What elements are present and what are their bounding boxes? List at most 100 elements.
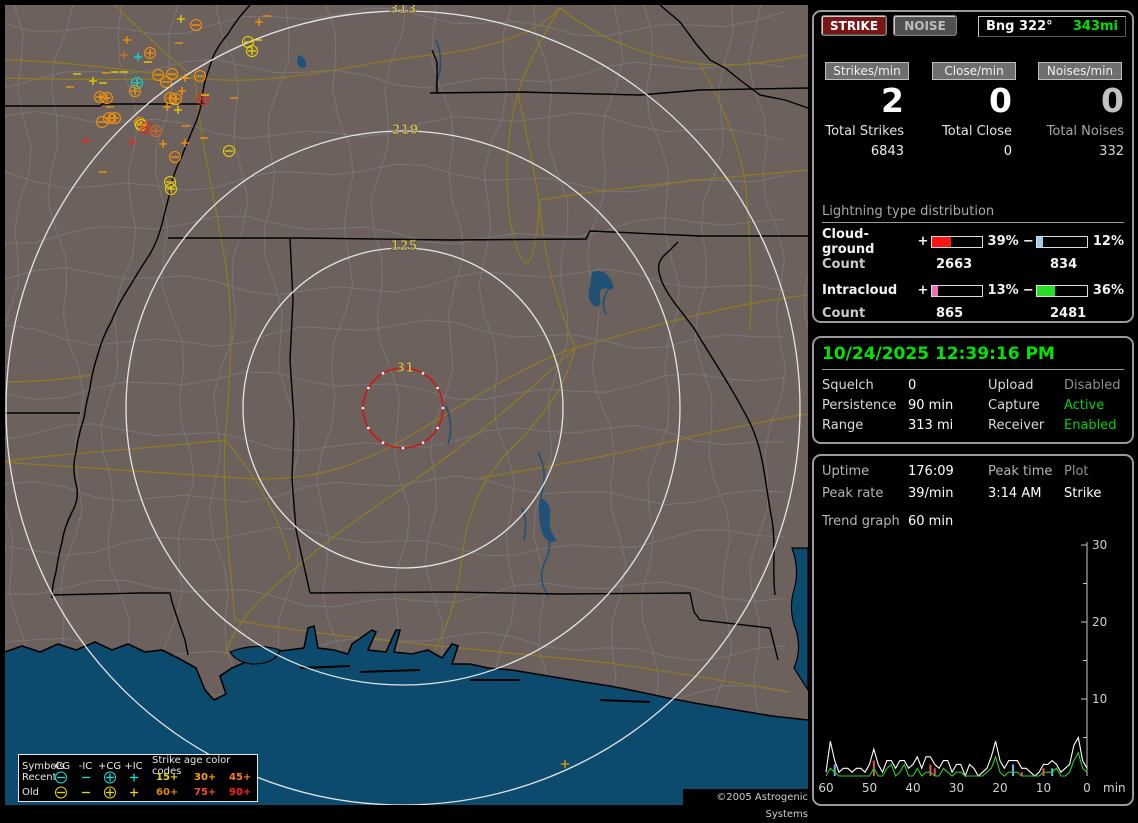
legend-row-old: Old 60+ 75+ 90+	[19, 785, 257, 800]
cg-minus-bar	[1036, 235, 1088, 248]
svg-text:30: 30	[949, 781, 964, 795]
strikes-per-min-value: 2	[881, 81, 904, 120]
count-label: Count	[822, 306, 866, 321]
trend-box: Uptime 176:09 Peak time Plot Peak rate 3…	[812, 454, 1134, 806]
svg-text:10: 10	[1092, 692, 1107, 706]
capture-status: Active	[1064, 398, 1105, 413]
cloud-ground-label: Cloud-ground	[822, 226, 875, 257]
legend-age-code: 45+	[229, 772, 252, 783]
status-row: Range 313 mi Receiver Enabled	[822, 418, 1124, 438]
svg-text:20: 20	[1092, 615, 1107, 629]
legend-col-neg-cg: -CG	[51, 760, 71, 772]
range-value: 313 mi	[908, 418, 954, 433]
svg-text:0: 0	[1083, 781, 1091, 795]
strikes-per-min-chip[interactable]: Strikes/min	[825, 62, 909, 80]
svg-text:30: 30	[1092, 538, 1107, 552]
ic-minus-pct: 36%	[1092, 283, 1125, 298]
legend-age-code: 60+	[156, 787, 179, 798]
receiver-label: Receiver	[988, 418, 1045, 433]
plot-label: Plot	[1064, 464, 1089, 479]
svg-text:50: 50	[862, 781, 877, 795]
noises-per-min-chip[interactable]: Noises/min	[1038, 62, 1122, 80]
svg-text:20: 20	[992, 781, 1007, 795]
trend-label-row: Trend graph 60 min	[822, 514, 1124, 534]
ic-plus-count: 865	[936, 306, 964, 321]
ic-plus-pct: 13%	[987, 283, 1019, 298]
app-window: { "window": { "copyright": "©2005 Astrog…	[0, 0, 1138, 820]
copyright-text: ©2005 Astrogenic Systems	[683, 789, 810, 820]
legend-m-icon	[73, 771, 98, 784]
datetime-display: 10/24/2025 12:39:16 PM	[822, 344, 1124, 370]
legend-cm-icon	[49, 771, 73, 784]
close-per-min-chip[interactable]: Close/min	[932, 62, 1016, 80]
stats-box: STRIKE NOISE Bng 322° 343mi Strikes/min …	[812, 10, 1134, 323]
total-close-value: 0	[1003, 144, 1012, 159]
distribution-title: Lightning type distribution	[822, 204, 1124, 223]
status-box: 10/24/2025 12:39:16 PM Squelch 0 Upload …	[812, 336, 1134, 444]
map-area[interactable]: 313 219 125 31 Symbols -CG -IC +CG +IC Stri…	[5, 5, 810, 820]
trend-graph: 10 20 30 60 50 40 30 20 10 0 min	[818, 538, 1125, 795]
squelch-label: Squelch	[822, 378, 874, 393]
legend-age-code: 30+	[194, 772, 217, 783]
lightning-distribution: Lightning type distribution Cloud-ground…	[822, 204, 1124, 321]
legend-age-code: 90+	[229, 787, 252, 798]
total-strikes-value: 6843	[870, 144, 904, 159]
svg-text:125: 125	[390, 239, 417, 254]
peak-rate-value: 39/min	[908, 486, 954, 501]
legend-symbols-label: Symbols	[22, 760, 65, 772]
persistence-value: 90 min	[908, 398, 954, 413]
svg-text:10: 10	[1036, 781, 1051, 795]
squelch-value: 0	[908, 378, 917, 393]
receiver-status: Enabled	[1064, 418, 1117, 433]
bearing-readout: Bng 322° 343mi	[978, 16, 1126, 37]
plus-sign: +	[917, 234, 929, 249]
bearing-value: Bng 322°	[986, 19, 1053, 34]
persistence-label: Persistence	[822, 398, 897, 413]
legend-age-code: 75+	[194, 787, 217, 798]
upload-status: Disabled	[1064, 378, 1121, 393]
legend-p-icon	[121, 786, 146, 799]
strike-button[interactable]: STRIKE	[822, 16, 886, 35]
peak-rate-label: Peak rate	[822, 486, 884, 501]
legend-col-pos-ic: +IC	[124, 760, 143, 772]
trend-graph-range: 60 min	[908, 514, 954, 529]
status-row: Persistence 90 min Capture Active	[822, 398, 1124, 418]
intracloud-counts: Count 865 2481	[822, 306, 1124, 321]
plus-sign: +	[917, 283, 929, 298]
bearing-distance: 343mi	[1072, 19, 1118, 34]
svg-text:313: 313	[389, 5, 416, 17]
svg-text:60: 60	[818, 781, 833, 795]
legend-cp-icon	[98, 786, 121, 799]
legend-row-label: Recent	[22, 772, 57, 783]
total-noises-value: 332	[1099, 144, 1124, 159]
legend-cm-icon	[49, 786, 73, 799]
intracloud-label: Intracloud	[822, 283, 898, 298]
legend-header: Symbols -CG -IC +CG +IC Strike age color…	[19, 755, 257, 777]
cg-minus-pct: 12%	[1092, 234, 1125, 249]
legend-p-icon	[121, 771, 146, 784]
count-label: Count	[822, 257, 866, 272]
close-per-min-value: 0	[989, 81, 1012, 120]
legend-row-label: Old	[22, 787, 39, 798]
capture-label: Capture	[988, 398, 1040, 413]
intracloud-row: Intracloud + 13% − 36%	[822, 283, 1124, 298]
cg-plus-count: 2663	[936, 257, 973, 272]
uptime-label: Uptime	[822, 464, 870, 479]
trend-graph-label: Trend graph	[822, 514, 900, 529]
total-strikes-label: Total Strikes	[825, 124, 904, 139]
upload-label: Upload	[988, 378, 1034, 393]
legend-age-code: 15+	[156, 772, 179, 783]
svg-text:219: 219	[391, 123, 418, 138]
status-row: Squelch 0 Upload Disabled	[822, 378, 1124, 398]
cg-plus-pct: 39%	[987, 234, 1019, 249]
noises-per-min-value: 0	[1101, 81, 1124, 120]
ic-minus-count: 2481	[1050, 306, 1087, 321]
legend-col-neg-ic: -IC	[78, 760, 93, 772]
noise-button[interactable]: NOISE	[894, 16, 956, 35]
ic-minus-bar	[1036, 284, 1088, 297]
plot-mode-value: Strike	[1064, 486, 1102, 501]
total-noises-label: Total Noises	[1046, 124, 1124, 139]
legend-m-icon	[73, 786, 98, 799]
total-close-label: Total Close	[942, 124, 1012, 139]
uptime-value: 176:09	[908, 464, 954, 479]
